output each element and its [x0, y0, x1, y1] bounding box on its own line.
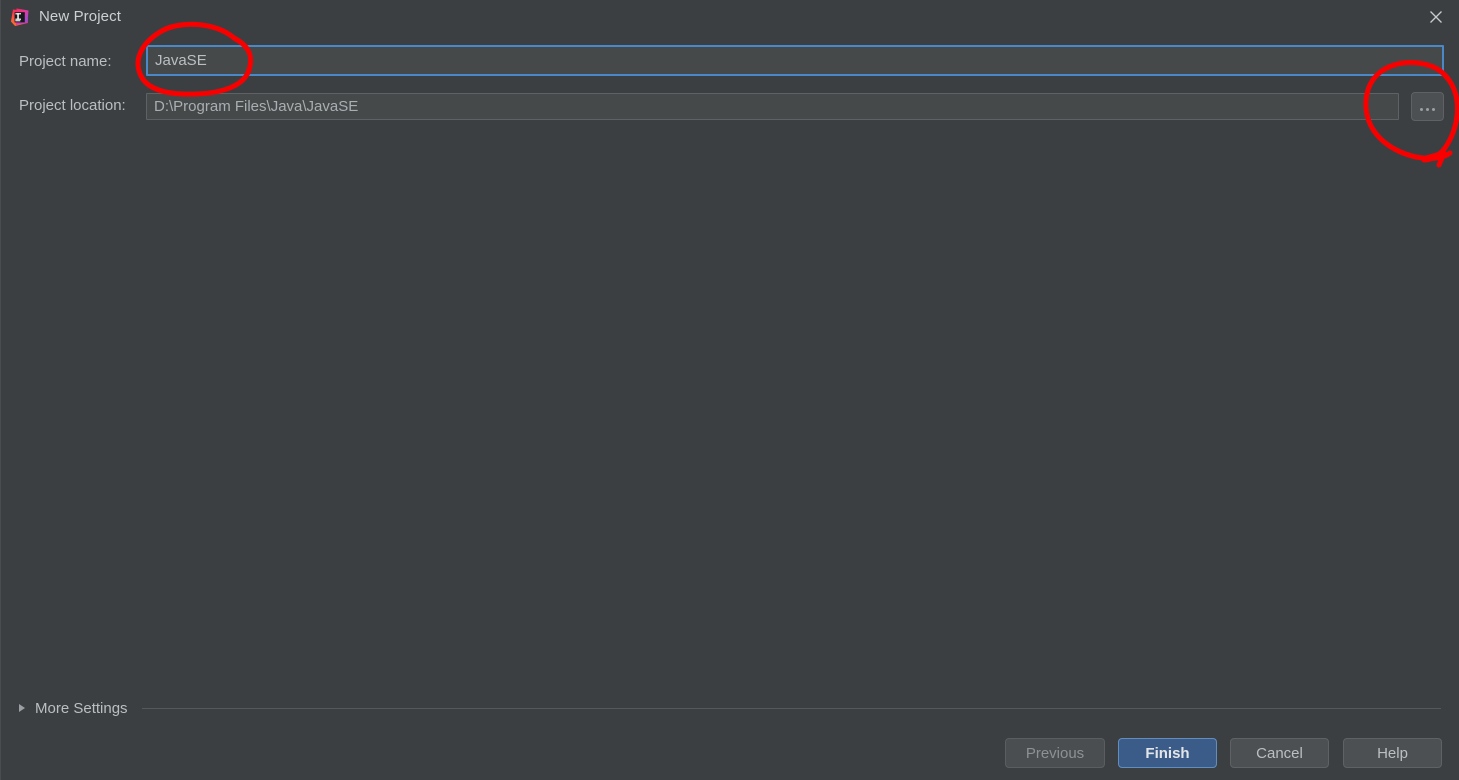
annotation-arrow-browse-button: [1423, 150, 1447, 168]
new-project-dialog: New Project Project name: Project locati…: [0, 0, 1459, 780]
close-icon: [1429, 10, 1443, 24]
more-settings-label: More Settings: [35, 699, 128, 717]
project-location-label: Project location:: [19, 97, 126, 114]
ellipsis-icon: [1420, 107, 1435, 111]
browse-folder-button[interactable]: [1411, 92, 1444, 121]
intellij-idea-icon: [10, 8, 29, 27]
dialog-title: New Project: [39, 8, 121, 25]
project-name-label: Project name:: [19, 53, 112, 70]
dialog-button-bar: Previous Finish Cancel Help: [1, 738, 1459, 780]
section-divider: [141, 707, 1441, 709]
project-location-input[interactable]: [146, 93, 1399, 120]
close-button[interactable]: [1412, 0, 1459, 34]
project-name-input[interactable]: [146, 45, 1444, 76]
more-settings-toggle[interactable]: More Settings: [19, 697, 1443, 719]
finish-button[interactable]: Finish: [1118, 738, 1217, 768]
cancel-button[interactable]: Cancel: [1230, 738, 1329, 768]
dialog-titlebar: New Project: [1, 0, 1459, 36]
help-button[interactable]: Help: [1343, 738, 1442, 768]
triangle-right-icon: [19, 704, 25, 712]
previous-button[interactable]: Previous: [1005, 738, 1105, 768]
